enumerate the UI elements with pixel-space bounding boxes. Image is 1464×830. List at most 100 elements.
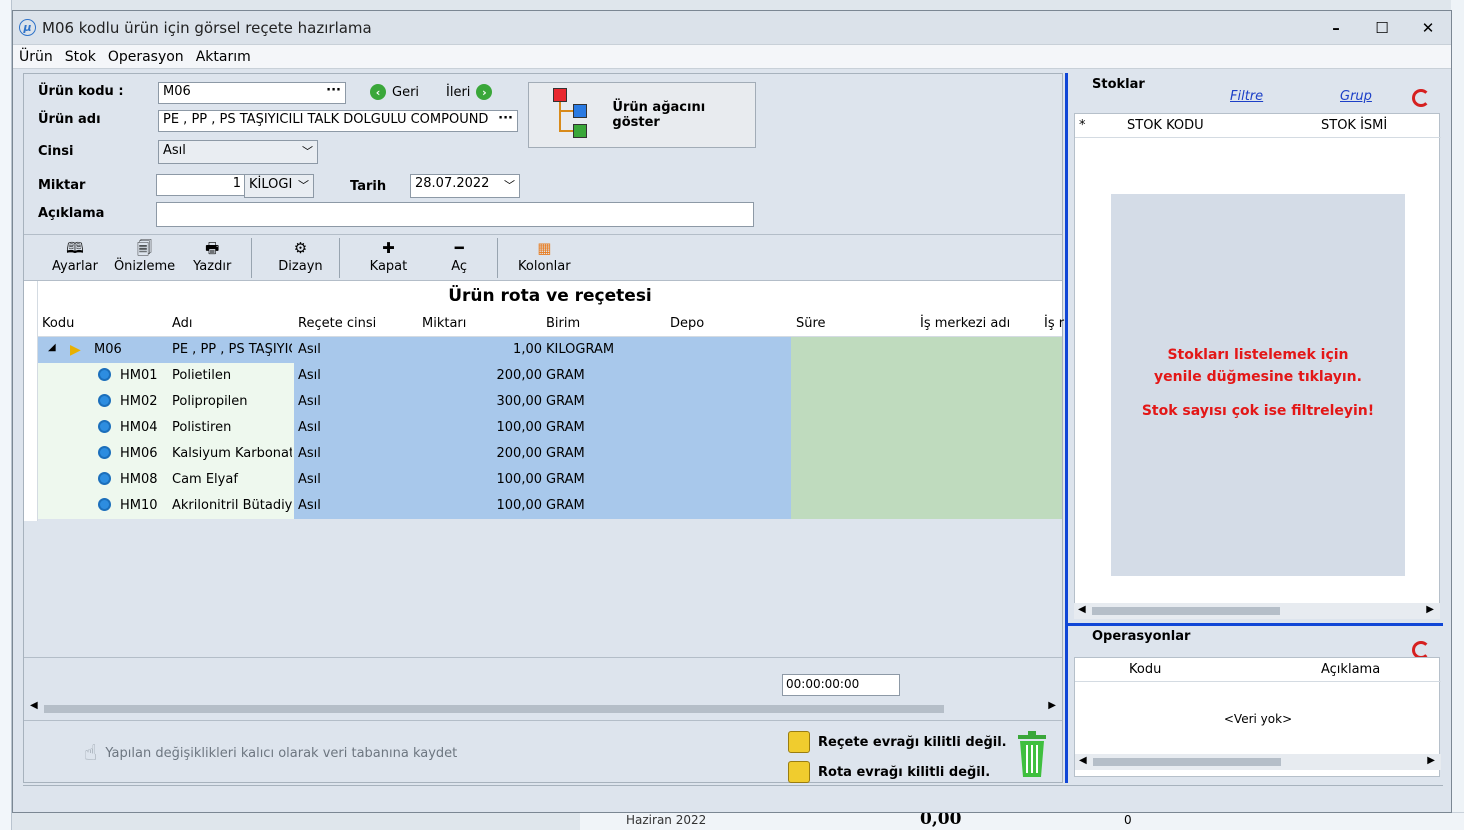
save-button[interactable]: ☝ Yapılan değişiklikleri kalıcı olarak v… <box>84 741 457 766</box>
cinsi-value: Asıl <box>163 143 186 158</box>
cinsi-select[interactable]: Asıl ﹀ <box>158 140 318 164</box>
menu-operasyon[interactable]: Operasyon <box>108 49 184 65</box>
background-app-left <box>0 0 12 830</box>
operasyon-grid: Kodu Açıklama <Veri yok> ◀ ▶ <box>1074 657 1441 777</box>
aciklama-input[interactable] <box>156 202 754 227</box>
kapat-button[interactable]: ✚ Kapat <box>370 235 408 276</box>
column-kodu[interactable]: Kodu <box>42 316 74 331</box>
gear-icon: ⚙ <box>293 239 308 257</box>
recipe-grid: Ürün rota ve reçetesi Kodu Adı Reçete ci… <box>24 280 1064 658</box>
stok-placeholder: Stokları listelemek için yenile düğmesin… <box>1111 194 1405 576</box>
column-depo[interactable]: Depo <box>670 316 704 331</box>
menu-stok[interactable]: Stok <box>65 49 96 65</box>
row-recipe-area <box>294 493 791 519</box>
table-row[interactable]: HM06 Kalsiyum Karbonat Asıl 200,00 GRAM <box>38 441 1062 467</box>
column-is-r[interactable]: İş r <box>1044 316 1064 331</box>
row-type: Asıl <box>298 342 321 357</box>
recete-lock-status[interactable]: Reçete evrağı kilitli değil. <box>788 731 1007 753</box>
save-label: Yapılan değişiklikleri kalıcı olarak ver… <box>105 746 458 761</box>
onizleme-button[interactable]: 🗐 Önizleme <box>114 235 175 276</box>
scroll-left-icon[interactable]: ◀ <box>30 700 38 711</box>
scroll-right-icon[interactable]: ▶ <box>1427 755 1435 766</box>
trash-icon[interactable] <box>1014 729 1050 779</box>
scroll-thumb[interactable] <box>1092 607 1280 615</box>
ayarlar-label: Ayarlar <box>52 259 98 274</box>
dizayn-button[interactable]: ⚙ Dizayn <box>278 235 322 276</box>
table-row[interactable]: HM04 Polistiren Asıl 100,00 GRAM <box>38 415 1062 441</box>
urun-kodu-lookup-icon[interactable]: ··· <box>326 83 341 98</box>
column-miktari[interactable]: Miktarı <box>422 316 466 331</box>
grup-link[interactable]: Grup <box>1340 89 1372 104</box>
grid-horizontal-scrollbar[interactable]: ◀ ▶ <box>28 700 1060 716</box>
collapse-icon[interactable]: ◢ <box>48 342 56 353</box>
row-name: Kalsiyum Karbonat <box>172 446 292 461</box>
column-adi[interactable]: Adı <box>172 316 193 331</box>
table-row[interactable]: HM10 Akrilonitril Bütadiy Asıl 100,00 GR… <box>38 493 1062 519</box>
tarih-value: 28.07.2022 <box>415 176 490 191</box>
book-icon: 🕮 <box>66 239 84 257</box>
ayarlar-button[interactable]: 🕮 Ayarlar <box>52 235 98 276</box>
column-aciklama[interactable]: Açıklama <box>1321 662 1380 677</box>
back-arrow-icon: ‹ <box>370 84 386 100</box>
scroll-left-icon[interactable]: ◀ <box>1079 755 1087 766</box>
rota-lock-status[interactable]: Rota evrağı kilitli değil. <box>788 761 990 783</box>
row-code: HM04 <box>120 420 158 435</box>
stok-message-line1: Stokları listelemek için <box>1167 347 1349 363</box>
scroll-right-icon[interactable]: ▶ <box>1048 700 1056 711</box>
yazdir-button[interactable]: 🖶 Yazdır <box>193 235 231 276</box>
geri-label: Geri <box>392 84 420 100</box>
menu-urun[interactable]: Ürün <box>19 49 53 65</box>
row-qty: 300,00 <box>496 394 543 409</box>
column-sure[interactable]: Süre <box>796 316 826 331</box>
maximize-button[interactable]: ☐ <box>1359 19 1405 37</box>
scroll-thumb[interactable] <box>1093 758 1281 766</box>
urun-agaci-label: Ürün ağacını göster <box>612 100 706 130</box>
urun-kodu-input[interactable]: M06 ··· <box>158 82 346 104</box>
filtre-link[interactable]: Filtre <box>1230 89 1263 104</box>
miktar-unit-select[interactable]: KİLOGI ﹀ <box>244 174 314 198</box>
column-recete-cinsi[interactable]: Reçete cinsi <box>298 316 376 331</box>
column-stok-kodu[interactable]: STOK KODU <box>1127 118 1204 133</box>
scroll-right-icon[interactable]: ▶ <box>1426 604 1434 615</box>
tarih-picker[interactable]: 28.07.2022 ﹀ <box>410 174 520 198</box>
urun-adi-input[interactable]: PE , PP , PS TAŞIYICILI TALK DOLGULU COM… <box>158 110 518 132</box>
onizleme-label: Önizleme <box>113 259 176 274</box>
scroll-left-icon[interactable]: ◀ <box>1078 604 1086 615</box>
miktar-input[interactable]: 1 <box>156 174 246 196</box>
menu-aktarim[interactable]: Aktarım <box>196 49 251 65</box>
material-icon <box>98 472 111 485</box>
table-row[interactable]: HM02 Polipropilen Asıl 300,00 GRAM <box>38 389 1062 415</box>
table-row[interactable]: HM08 Cam Elyaf Asıl 100,00 GRAM <box>38 467 1062 493</box>
window-title: M06 kodlu ürün için görsel reçete hazırl… <box>42 18 372 37</box>
column-kodu[interactable]: Kodu <box>1129 662 1161 677</box>
title-bar[interactable]: μ M06 kodlu ürün için görsel reçete hazı… <box>13 11 1451 45</box>
operasyon-horizontal-scrollbar[interactable]: ◀ ▶ <box>1075 754 1441 770</box>
urun-agaci-button[interactable]: Ürün ağacını göster <box>528 82 756 148</box>
row-unit: GRAM <box>546 472 585 487</box>
ileri-button[interactable]: İleri › <box>446 84 493 100</box>
scroll-thumb[interactable] <box>44 705 944 713</box>
geri-button[interactable]: ‹ Geri <box>370 84 419 100</box>
ac-button[interactable]: ━ Aç <box>451 235 467 276</box>
refresh-icon[interactable] <box>1412 89 1430 107</box>
ileri-label: İleri <box>446 84 471 100</box>
row-selection <box>38 337 791 363</box>
stok-grid-header: * STOK KODU STOK İSMİ <box>1075 114 1441 138</box>
kolonlar-button[interactable]: ▦ Kolonlar <box>518 235 571 276</box>
column-birim[interactable]: Birim <box>546 316 580 331</box>
row-qty: 100,00 <box>496 420 543 435</box>
column-star: * <box>1079 118 1086 133</box>
minimize-button[interactable]: – <box>1313 19 1359 37</box>
column-stok-ismi[interactable]: STOK İSMİ <box>1321 118 1387 133</box>
product-tree-icon <box>553 88 592 142</box>
stok-horizontal-scrollbar[interactable]: ◀ ▶ <box>1074 603 1440 619</box>
menu-bar: Ürün Stok Operasyon Aktarım <box>13 45 1451 69</box>
table-row-root[interactable]: ◢ ▶ M06 PE , PP , PS TAŞIYICI Asıl 1,00 … <box>38 337 1062 363</box>
close-button[interactable]: ✕ <box>1405 19 1451 37</box>
panel-divider[interactable] <box>1068 623 1443 626</box>
table-row[interactable]: HM01 Polietilen Asıl 200,00 GRAM <box>38 363 1062 389</box>
row-type: Asıl <box>298 446 321 461</box>
urun-adi-lookup-icon[interactable]: ··· <box>498 111 513 126</box>
column-is-merkezi[interactable]: İş merkezi adı <box>920 316 1010 331</box>
row-type: Asıl <box>298 394 321 409</box>
